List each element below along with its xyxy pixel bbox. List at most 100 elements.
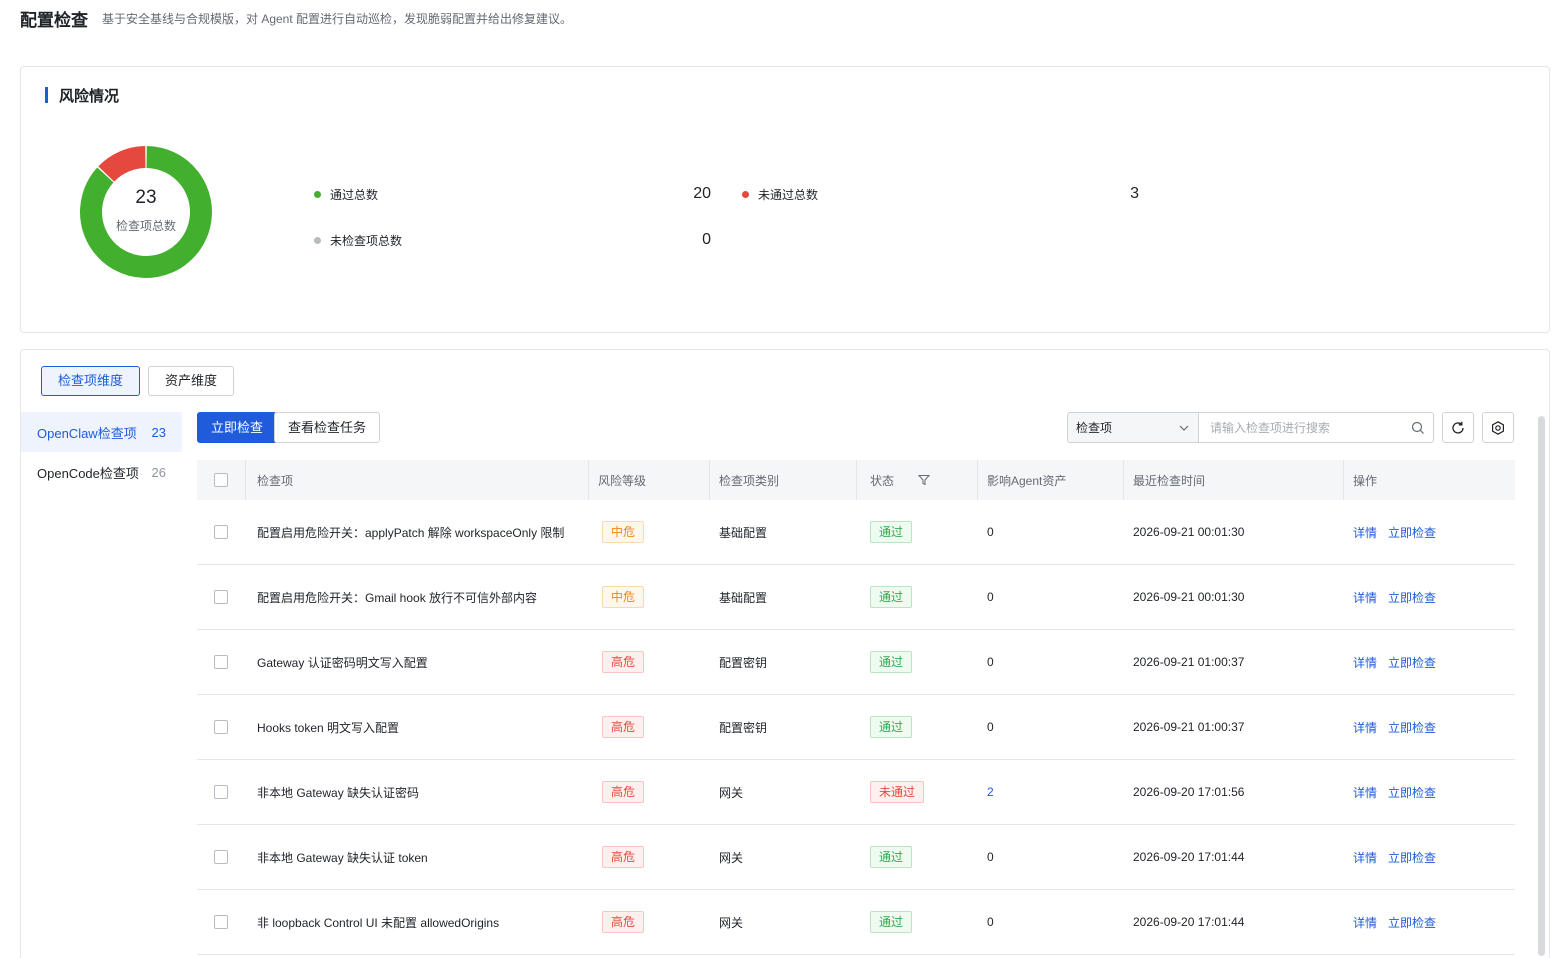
last-check-time: 2026-09-20 17:01:56: [1133, 785, 1245, 799]
risk-level-badge: 高危: [602, 651, 645, 673]
row-checkbox[interactable]: [214, 915, 228, 929]
unchecked-dot-icon: [314, 236, 321, 244]
row-actions: 详情 立即检查: [1343, 630, 1515, 694]
stat-failed: 未通过总数: [742, 184, 818, 204]
row-actions: 详情 立即检查: [1343, 500, 1515, 564]
affected-assets-cell: 0: [977, 890, 1123, 954]
table-row: 非 loopback Control UI 未配置 allowedOrigins…: [197, 890, 1515, 955]
select-all-checkbox[interactable]: [214, 473, 228, 487]
stat-passed-value: 20: [693, 185, 711, 202]
detail-link[interactable]: 详情: [1353, 914, 1377, 931]
recheck-link[interactable]: 立即检查: [1388, 524, 1436, 541]
page-title: 配置检查: [20, 10, 88, 30]
affected-assets-count[interactable]: 2: [987, 785, 994, 799]
row-select-cell: [197, 500, 245, 564]
stat-failed-label: 未通过总数: [758, 187, 819, 202]
risk-level-cell: 高危: [588, 630, 709, 694]
affected-assets-count: 0: [987, 915, 994, 929]
filter-icon[interactable]: [918, 474, 931, 486]
status-cell: 通过: [856, 890, 977, 954]
refresh-button[interactable]: [1442, 412, 1474, 443]
search-input[interactable]: [1210, 420, 1411, 435]
check-category: 配置密钥: [719, 720, 768, 735]
sidebar-item-label: OpenCode检查项: [37, 465, 139, 481]
search-icon[interactable]: [1411, 421, 1425, 435]
risk-level-badge: 高危: [602, 781, 645, 803]
risk-level-badge: 高危: [602, 716, 645, 738]
detail-link[interactable]: 详情: [1353, 719, 1377, 736]
row-select-cell: [197, 630, 245, 694]
row-checkbox[interactable]: [214, 655, 228, 669]
stat-passed: 通过总数: [314, 184, 378, 204]
tab-check-item-dimension[interactable]: 检查项维度: [41, 366, 141, 396]
row-actions: 详情 立即检查: [1343, 565, 1515, 629]
recheck-link[interactable]: 立即检查: [1388, 654, 1436, 671]
detail-link[interactable]: 详情: [1353, 589, 1377, 606]
detail-link[interactable]: 详情: [1353, 654, 1377, 671]
row-actions: 详情 立即检查: [1343, 890, 1515, 954]
recheck-link[interactable]: 立即检查: [1388, 849, 1436, 866]
detail-link[interactable]: 详情: [1353, 524, 1377, 541]
column-header-category: 检查项类别: [709, 460, 856, 500]
affected-assets-cell: 0: [977, 695, 1123, 759]
recheck-link[interactable]: 立即检查: [1388, 589, 1436, 606]
affected-assets-cell: 0: [977, 825, 1123, 889]
column-header-ops: 操作: [1343, 460, 1515, 500]
status-badge: 通过: [870, 651, 913, 673]
check-category: 网关: [719, 850, 744, 865]
recheck-link[interactable]: 立即检查: [1388, 914, 1436, 931]
table-row: 非本地 Gateway 缺失认证密码 高危 网关 未通过 2 2026-09-20 17:…: [197, 760, 1515, 825]
status-cell: 通过: [856, 825, 977, 889]
column-header-status-label: 状态: [870, 473, 895, 488]
row-select-cell: [197, 760, 245, 824]
detail-link[interactable]: 详情: [1353, 849, 1377, 866]
table-header: 检查项 风险等级 检查项类别 状态 影响Agent资产 最近检查时间 操作: [197, 460, 1515, 500]
vertical-scrollbar[interactable]: [1538, 416, 1545, 956]
last-check-time: 2026-09-20 17:01:44: [1133, 915, 1245, 929]
row-checkbox[interactable]: [214, 785, 228, 799]
affected-assets-count: 0: [987, 850, 994, 864]
search-scope-select[interactable]: 检查项: [1067, 412, 1199, 443]
view-tasks-button[interactable]: 查看检查任务: [274, 412, 381, 443]
table-row: 配置启用危险开关：Gmail hook 放行不可信外部内容 中危 基础配置 通过 0 20…: [197, 565, 1515, 630]
table-row: 非本地 Gateway 缺失认证 token 高危 网关 通过 0 2026-09-20 …: [197, 825, 1515, 890]
affected-assets-cell: 0: [977, 565, 1123, 629]
affected-assets-count: 0: [987, 525, 994, 539]
row-checkbox[interactable]: [214, 850, 228, 864]
check-now-button[interactable]: 立即检查: [197, 412, 278, 443]
sidebar-item-opencode[interactable]: OpenCode检查项 26: [21, 452, 182, 492]
last-check-time: 2026-09-21 00:01:30: [1133, 590, 1245, 604]
risk-level-cell: 高危: [588, 890, 709, 954]
status-badge: 通过: [870, 521, 913, 543]
sidebar-item-label: OpenClaw检查项: [37, 425, 137, 441]
settings-button[interactable]: [1482, 412, 1514, 443]
risk-level-cell: 中危: [588, 565, 709, 629]
status-cell: 未通过: [856, 760, 977, 824]
risk-level-cell: 中危: [588, 500, 709, 564]
detail-link[interactable]: 详情: [1353, 784, 1377, 801]
check-item-name: 非本地 Gateway 缺失认证密码: [257, 785, 420, 800]
check-list-card: 检查项维度 资产维度 OpenClaw检查项 23 OpenCode检查项 26…: [20, 349, 1550, 958]
risk-section-title: 风险情况: [45, 87, 119, 105]
affected-assets-count: 0: [987, 590, 994, 604]
tab-asset-dimension[interactable]: 资产维度: [148, 366, 235, 396]
table-row: Gateway 认证密码明文写入配置 高危 配置密钥 通过 0 2026-09-21 01…: [197, 630, 1515, 695]
stat-unchecked-label: 未检查项总数: [330, 233, 403, 248]
recheck-link[interactable]: 立即检查: [1388, 719, 1436, 736]
check-category: 基础配置: [719, 525, 768, 540]
row-select-cell: [197, 890, 245, 954]
row-select-cell: [197, 695, 245, 759]
row-checkbox[interactable]: [214, 525, 228, 539]
affected-assets-cell: 2: [977, 760, 1123, 824]
risk-level-cell: 高危: [588, 825, 709, 889]
table-row: 配置启用危险开关：applyPatch 解除 workspaceOnly 限制 中…: [197, 500, 1515, 565]
refresh-icon: [1452, 421, 1464, 434]
page-description: 基于安全基线与合规模版，对 Agent 配置进行自动巡检，发现脆弱配置并给出修复…: [102, 11, 573, 26]
recheck-link[interactable]: 立即检查: [1388, 784, 1436, 801]
row-checkbox[interactable]: [214, 720, 228, 734]
status-cell: 通过: [856, 630, 977, 694]
sidebar-item-openclaw[interactable]: OpenClaw检查项 23: [21, 412, 182, 452]
row-checkbox[interactable]: [214, 590, 228, 604]
stat-failed-value: 3: [1130, 185, 1139, 202]
row-select-cell: [197, 825, 245, 889]
